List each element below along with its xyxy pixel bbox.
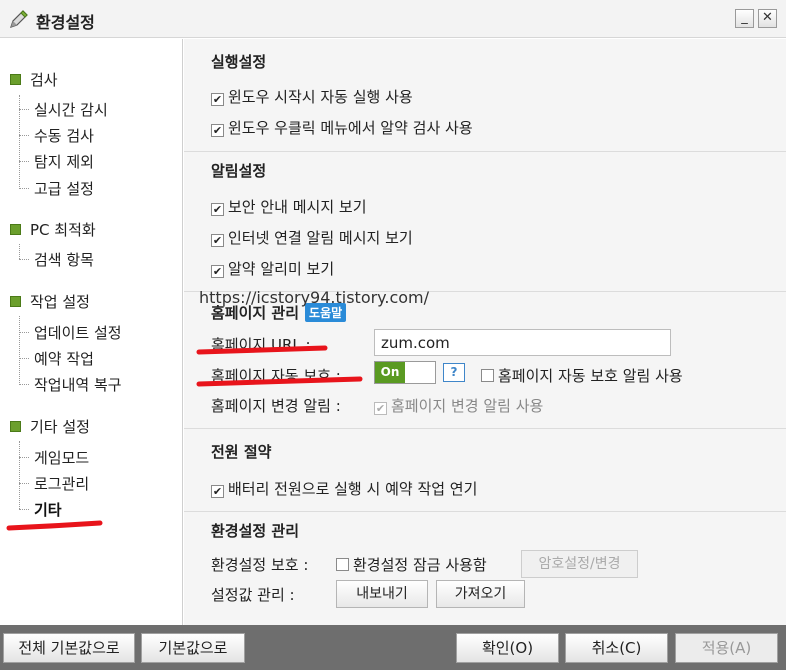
- category-bullet-icon: [10, 74, 21, 85]
- checkbox[interactable]: ✔: [211, 485, 224, 498]
- checkbox[interactable]: [336, 558, 349, 571]
- password-button: 암호설정/변경: [521, 550, 638, 578]
- minimize-button[interactable]: _: [735, 9, 754, 28]
- config-values-label: 설정값 관리 :: [211, 586, 295, 604]
- sidebar-category-scan[interactable]: 검사: [10, 69, 58, 90]
- homepage-url-label: 홈페이지 URL :: [211, 336, 311, 354]
- checkbox[interactable]: ✔: [211, 124, 224, 137]
- section-title-power: 전원 절약: [211, 443, 272, 461]
- settings-panel: 실행설정 ✔ 윈도우 시작시 자동 실행 사용 ✔ 윈도우 우클릭 메뉴에서 알약 …: [184, 39, 786, 625]
- homepage-protect-toggle[interactable]: On: [374, 361, 436, 384]
- sidebar-item-log[interactable]: 로그관리: [34, 473, 89, 494]
- homepage-protect-label: 홈페이지 자동 보호 :: [211, 367, 341, 385]
- sidebar-item-search-items[interactable]: 검색 항목: [34, 249, 94, 270]
- sidebar-item-exclusion[interactable]: 탐지 제외: [34, 151, 94, 172]
- option-battery-delay[interactable]: ✔ 배터리 전원으로 실행 시 예약 작업 연기: [211, 478, 477, 499]
- section-title-config: 환경설정 관리: [211, 522, 300, 540]
- section-title-run: 실행설정: [211, 53, 267, 71]
- pencil-icon: [10, 10, 28, 28]
- sidebar-item-realtime[interactable]: 실시간 감시: [34, 99, 108, 120]
- checkbox[interactable]: ✔: [211, 234, 224, 247]
- sidebar-category-pc-optimize[interactable]: PC 최적화: [10, 219, 96, 240]
- option-config-lock[interactable]: 환경설정 잠금 사용함: [336, 554, 487, 575]
- checkbox: ✔: [374, 402, 387, 415]
- homepage-change-label: 홈페이지 변경 알림 :: [211, 397, 341, 415]
- checkbox[interactable]: [481, 369, 494, 382]
- sidebar-item-update[interactable]: 업데이트 설정: [34, 322, 122, 343]
- checkbox[interactable]: ✔: [211, 93, 224, 106]
- checkbox[interactable]: ✔: [211, 203, 224, 216]
- export-button[interactable]: 내보내기: [336, 580, 428, 608]
- option-protect-alert[interactable]: 홈페이지 자동 보호 알림 사용: [481, 365, 683, 386]
- option-run-on-startup[interactable]: ✔ 윈도우 시작시 자동 실행 사용: [211, 86, 413, 107]
- sidebar-category-task[interactable]: 작업 설정: [10, 291, 90, 312]
- sidebar-item-task-restore[interactable]: 작업내역 복구: [34, 374, 122, 395]
- reset-button[interactable]: 기본값으로: [141, 633, 245, 663]
- category-bullet-icon: [10, 224, 21, 235]
- category-bullet-icon: [10, 421, 21, 432]
- option-context-menu-scan[interactable]: ✔ 윈도우 우클릭 메뉴에서 알약 검사 사용: [211, 117, 473, 138]
- apply-button: 적용(A): [675, 633, 778, 663]
- option-change-alert: ✔ 홈페이지 변경 알림 사용: [374, 397, 544, 415]
- sidebar-item-manual-scan[interactable]: 수동 검사: [34, 125, 94, 146]
- close-button[interactable]: ✕: [758, 9, 777, 28]
- window-title: 환경설정: [36, 13, 95, 32]
- cancel-button[interactable]: 취소(C): [565, 633, 668, 663]
- homepage-url-input[interactable]: [374, 329, 671, 356]
- import-button[interactable]: 가져오기: [436, 580, 525, 608]
- footer-bar: 전체 기본값으로 기본값으로 확인(O) 취소(C) 적용(A): [0, 625, 786, 670]
- sidebar-item-game-mode[interactable]: 게임모드: [34, 447, 89, 468]
- ok-button[interactable]: 확인(O): [456, 633, 559, 663]
- sidebar-item-advanced[interactable]: 고급 설정: [34, 178, 94, 199]
- category-bullet-icon: [10, 296, 21, 307]
- sidebar-item-scheduled-task[interactable]: 예약 작업: [34, 348, 94, 369]
- sidebar-category-etc[interactable]: 기타 설정: [10, 416, 90, 437]
- section-title-alert: 알림설정: [211, 162, 267, 180]
- reset-all-button[interactable]: 전체 기본값으로: [3, 633, 135, 663]
- option-security-notice[interactable]: ✔ 보안 안내 메시지 보기: [211, 196, 367, 217]
- checkbox[interactable]: ✔: [211, 265, 224, 278]
- option-alyac-notifier[interactable]: ✔ 알약 알리미 보기: [211, 258, 334, 279]
- sidebar: 검사 실시간 감시 수동 검사 탐지 제외 고급 설정 PC 최적화 검색 항목…: [0, 39, 183, 625]
- config-protect-label: 환경설정 보호 :: [211, 556, 309, 574]
- sidebar-item-other[interactable]: 기타: [34, 499, 62, 520]
- help-question-icon[interactable]: ?: [443, 363, 465, 382]
- toggle-on-label: On: [375, 362, 405, 383]
- option-internet-alert[interactable]: ✔ 인터넷 연결 알림 메시지 보기: [211, 227, 413, 248]
- watermark-text: https://icstory94.tistory.com/: [199, 288, 430, 307]
- title-bar: 환경설정 _ ✕: [0, 0, 786, 38]
